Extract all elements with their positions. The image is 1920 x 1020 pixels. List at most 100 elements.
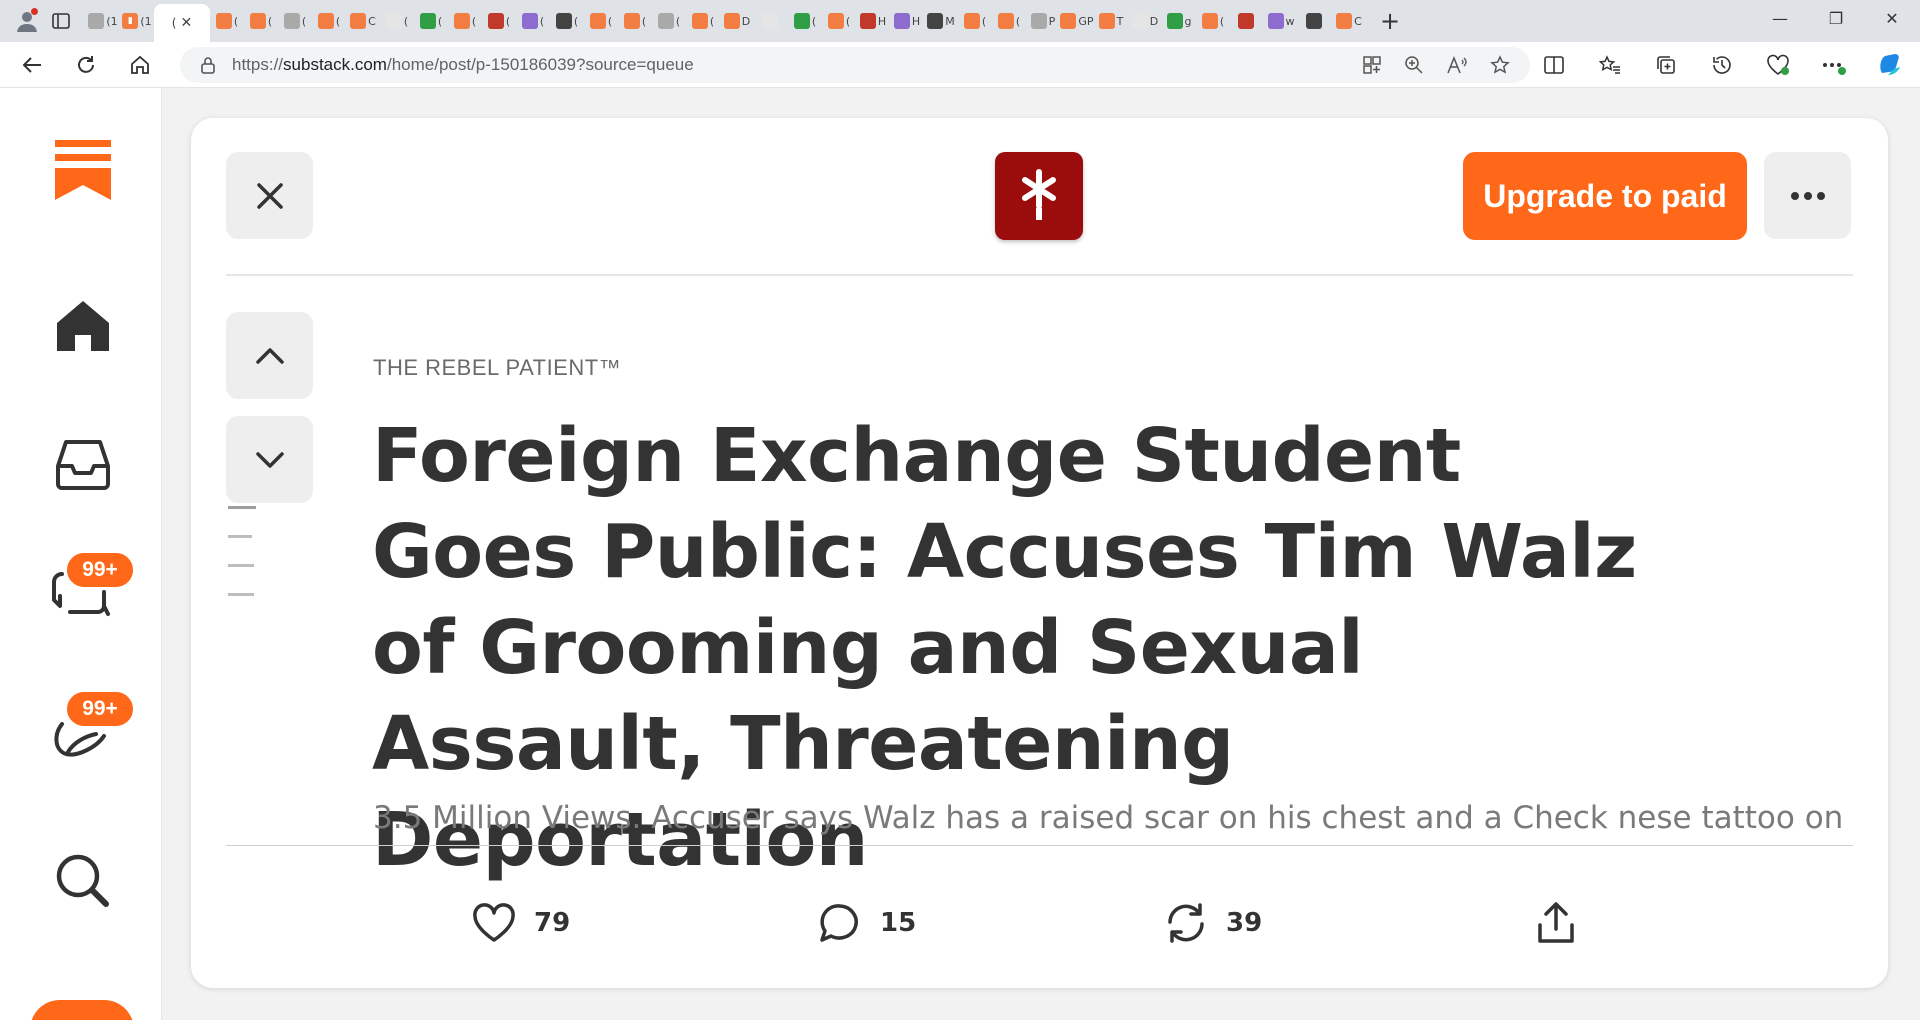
home-icon[interactable] (45, 288, 121, 364)
tab-label: ( (267, 14, 273, 28)
minimize-button[interactable]: — (1750, 0, 1810, 36)
new-tab-button[interactable]: + (1372, 3, 1408, 39)
like-button[interactable]: 79 (472, 893, 570, 953)
favorite-star-icon[interactable] (1490, 55, 1510, 75)
next-post-button[interactable] (226, 416, 313, 503)
close-icon (256, 182, 283, 209)
comment-button[interactable]: 15 (818, 893, 916, 953)
more-tools-icon[interactable] (1816, 47, 1852, 83)
tab[interactable]: ▮ (1 (120, 4, 154, 38)
app-available-icon[interactable] (1362, 55, 1382, 75)
tab[interactable] (1298, 4, 1332, 38)
split-screen-icon[interactable] (1536, 47, 1572, 83)
toc-marker[interactable] (228, 535, 252, 538)
tab-actions-icon[interactable] (44, 4, 78, 38)
tab[interactable] (754, 4, 788, 38)
tab[interactable]: M (924, 4, 958, 38)
tab[interactable]: ( (550, 4, 584, 38)
toc-marker[interactable] (228, 593, 254, 596)
tab-label: g (1184, 14, 1192, 28)
tab-label: C (368, 14, 376, 28)
tab[interactable]: GP (1060, 4, 1094, 38)
tab[interactable]: w (1264, 4, 1298, 38)
more-options-button[interactable] (1764, 152, 1851, 239)
collections-icon[interactable] (1648, 47, 1684, 83)
publication-name[interactable]: THE REBEL PATIENT™ (373, 355, 621, 381)
read-aloud-icon[interactable] (1446, 55, 1468, 75)
tab[interactable]: g (1162, 4, 1196, 38)
tab[interactable]: H (890, 4, 924, 38)
tab[interactable] (1230, 4, 1264, 38)
close-post-button[interactable] (226, 152, 313, 239)
refresh-button[interactable] (66, 45, 106, 85)
tab-favicon-icon (1030, 13, 1047, 29)
tab-favicon-icon (317, 13, 334, 29)
tab[interactable]: P (1026, 4, 1060, 38)
search-icon[interactable] (45, 843, 121, 919)
tab[interactable]: ( (516, 4, 550, 38)
tab-label: ( (335, 14, 341, 28)
home-button[interactable] (120, 45, 160, 85)
tab[interactable]: (1 (86, 4, 120, 38)
tab-label: ( (471, 14, 477, 28)
tab[interactable]: ( (1196, 4, 1230, 38)
favorites-icon[interactable] (1592, 47, 1628, 83)
lock-icon[interactable] (200, 56, 216, 74)
tab-favicon-icon (1131, 13, 1148, 29)
profile-avatar-button[interactable] (30, 1000, 134, 1020)
comment-count: 15 (880, 908, 917, 938)
tab-favicon-icon (893, 13, 910, 29)
tab[interactable]: ( (482, 4, 516, 38)
tab[interactable]: ( (448, 4, 482, 38)
header-divider (226, 274, 1853, 276)
substack-logo-icon[interactable] (45, 132, 121, 208)
profile-icon[interactable] (10, 4, 44, 38)
tab[interactable]: ( (210, 4, 244, 38)
tab-label: w (1285, 14, 1295, 28)
chat-badge: 99+ (64, 550, 136, 590)
tab[interactable]: ( (992, 4, 1026, 38)
tab-favicon-icon (723, 13, 740, 29)
url-field[interactable]: https://substack.com/home/post/p-1501860… (180, 47, 1530, 83)
restack-button[interactable]: 39 (1164, 893, 1262, 953)
back-button[interactable] (12, 45, 52, 85)
copilot-icon[interactable] (1872, 47, 1908, 83)
tab-close-icon[interactable]: ✕ (180, 15, 192, 31)
tab[interactable]: ( (686, 4, 720, 38)
history-icon[interactable] (1704, 47, 1740, 83)
maximize-button[interactable]: ❐ (1806, 0, 1866, 36)
tab[interactable]: ( (312, 4, 346, 38)
tab[interactable]: C (346, 4, 380, 38)
zoom-icon[interactable] (1404, 55, 1424, 75)
tab[interactable]: D (720, 4, 754, 38)
tab[interactable]: H (856, 4, 890, 38)
tab[interactable]: ( (652, 4, 686, 38)
toc-marker[interactable] (228, 564, 254, 567)
inbox-icon[interactable] (45, 426, 121, 502)
tab-favicon-icon (859, 13, 876, 29)
publication-logo[interactable] (995, 152, 1083, 240)
tab[interactable]: ( (414, 4, 448, 38)
tab[interactable]: ( (618, 4, 652, 38)
close-window-button[interactable]: ✕ (1862, 0, 1920, 36)
tab[interactable]: ( (788, 4, 822, 38)
tab[interactable]: ( (244, 4, 278, 38)
tab-favicon-icon (793, 13, 810, 29)
tab[interactable]: C (1332, 4, 1366, 38)
tab[interactable]: ( (584, 4, 618, 38)
share-button[interactable] (1536, 893, 1576, 953)
tab[interactable]: ( (822, 4, 856, 38)
tab[interactable]: ( (958, 4, 992, 38)
tab[interactable]: D (1128, 4, 1162, 38)
tab[interactable]: T (1094, 4, 1128, 38)
tab[interactable]: ( (380, 4, 414, 38)
health-icon[interactable] (1760, 47, 1796, 83)
upgrade-to-paid-button[interactable]: Upgrade to paid (1463, 152, 1747, 240)
activity-badge: 99+ (64, 689, 136, 729)
previous-post-button[interactable] (226, 312, 313, 399)
tab-favicon-icon (1306, 13, 1322, 29)
toc-marker[interactable] (228, 506, 256, 509)
tab[interactable]: ( (278, 4, 312, 38)
tab-label: ( (505, 14, 511, 28)
tab-active[interactable]: (✕ (154, 4, 210, 42)
